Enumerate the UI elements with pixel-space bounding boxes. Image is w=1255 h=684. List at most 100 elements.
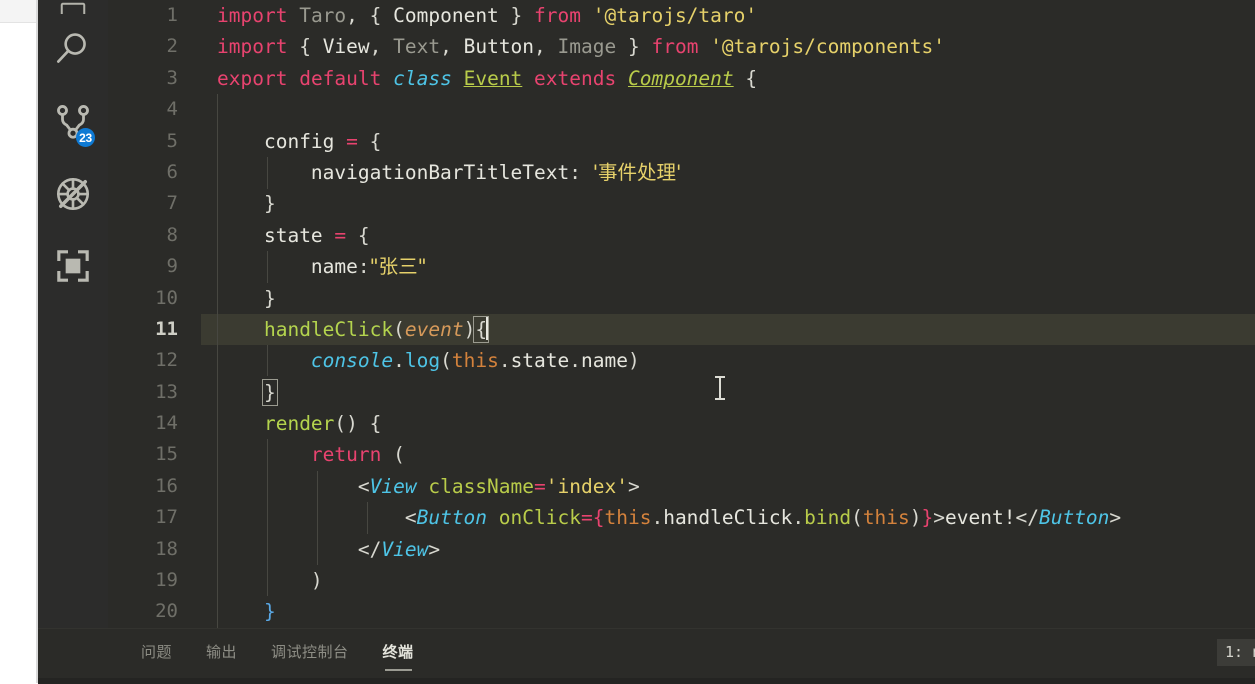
token-closing-brace: } — [263, 600, 276, 624]
activity-bar-item-search[interactable] — [38, 14, 108, 86]
line-number: 16 — [155, 474, 178, 497]
activity-bar-item-run-and-debug[interactable] — [38, 158, 108, 230]
token-name-key: name — [310, 255, 358, 279]
token-component-ident: Component — [393, 4, 499, 27]
token-import: import — [217, 4, 288, 27]
code-line[interactable]: console.log(this.state.name) — [201, 345, 1255, 376]
panel-tab-debug-console[interactable]: 调试控制台 — [271, 629, 349, 675]
token-button-label: event! — [945, 506, 1016, 530]
line-number-gutter: 1 2 3 4 5 6 7 8 9 10 11 12 13 14 15 16 1 — [108, 0, 201, 628]
token-view-ident: View — [322, 35, 370, 59]
code-line[interactable]: <Button onClick={this.handleClick.bind(t… — [201, 502, 1255, 533]
token-default: default — [299, 66, 382, 90]
token-onclick-attr: onClick — [498, 506, 581, 530]
panel-tab-terminal[interactable]: 终端 — [383, 629, 414, 675]
code-line[interactable]: </View> — [201, 534, 1255, 565]
token-this: this — [604, 506, 652, 530]
code-line[interactable]: export default class Event extends Compo… — [201, 63, 1255, 94]
token-class: class — [393, 66, 452, 90]
panel-tab-list: 问题 输出 调试控制台 终端 — [38, 629, 448, 675]
explorer-icon — [58, 0, 88, 14]
line-number: 10 — [155, 286, 178, 309]
token-button-tag: Button — [416, 506, 488, 530]
panel-tab-output[interactable]: 输出 — [206, 629, 237, 675]
line-number: 3 — [166, 66, 178, 89]
code-editor[interactable]: 1 2 3 4 5 6 7 8 9 10 11 12 13 14 15 16 1 — [108, 0, 1255, 628]
line-number: 12 — [155, 349, 178, 372]
token-event-class: Event — [463, 66, 523, 90]
background-window-strip — [0, 0, 38, 683]
token-component-super: Component — [627, 66, 734, 90]
text-caret — [486, 316, 489, 340]
activity-bar: 23 — [38, 0, 108, 628]
line-number: 20 — [155, 600, 178, 623]
line-number: 1 — [166, 4, 178, 26]
code-line[interactable]: } — [201, 188, 1255, 219]
token-return: return — [310, 443, 382, 467]
code-line-active[interactable]: handleClick(event){ — [201, 313, 1255, 346]
line-number: 15 — [155, 443, 178, 466]
token-this: this — [451, 349, 499, 373]
terminal-selector-dropdown[interactable]: 1: n — [1217, 638, 1255, 666]
token-text-ident: Text — [393, 35, 441, 59]
token-import: import — [217, 35, 288, 59]
code-content[interactable]: import Taro, { Component } from '@tarojs… — [201, 0, 1255, 628]
code-line[interactable]: } — [201, 377, 1255, 408]
code-line[interactable]: ) — [201, 565, 1255, 596]
token-this: this — [862, 506, 910, 530]
vscode-root: 23 1 2 3 4 5 6 7 8 9 10 11 12 13 14 15 1… — [38, 0, 1255, 684]
code-line[interactable]: state = { — [201, 220, 1255, 251]
code-line[interactable]: import { View, Text, Button, Image } fro… — [201, 31, 1255, 62]
code-line[interactable]: import Taro, { Component } from '@tarojs… — [201, 0, 1255, 31]
activity-bar-item-source-control[interactable]: 23 — [38, 86, 108, 158]
code-line[interactable]: config = { — [201, 126, 1255, 157]
line-number: 8 — [166, 223, 178, 246]
line-number: 2 — [166, 35, 178, 58]
bracket-match-close: } — [262, 378, 278, 406]
panel-actions: 1: n — [1217, 638, 1255, 666]
code-line[interactable]: name:"张三" — [201, 251, 1255, 282]
panel-tab-problems[interactable]: 问题 — [141, 629, 172, 675]
editor-region: 23 1 2 3 4 5 6 7 8 9 10 11 12 13 14 15 1… — [38, 0, 1255, 628]
token-classname-attr: className — [428, 474, 535, 498]
code-line[interactable]: return ( — [201, 439, 1255, 470]
code-line[interactable]: } — [201, 283, 1255, 314]
source-control-badge: 23 — [76, 128, 95, 147]
line-number: 4 — [166, 98, 178, 121]
token-taro-module: '@tarojs/taro' — [592, 4, 758, 27]
background-window-titlebar — [0, 0, 38, 23]
code-line[interactable]: render() { — [201, 408, 1255, 439]
token-components-module: '@tarojs/components' — [710, 35, 945, 59]
token-name-value: "张三" — [369, 255, 427, 279]
line-number: 9 — [166, 255, 178, 278]
line-number: 18 — [155, 537, 178, 560]
token-log: log — [404, 349, 441, 373]
search-icon — [52, 29, 94, 71]
token-index-value: 'index' — [545, 474, 628, 498]
token-export: export — [217, 66, 288, 90]
token-config-key: config — [263, 129, 335, 153]
token-from: from — [651, 35, 699, 59]
token-view-tag: View — [369, 474, 417, 498]
token-handle-click-ref: handleClick — [663, 506, 793, 530]
line-number: 6 — [166, 160, 178, 183]
code-line-blank[interactable] — [201, 94, 1255, 125]
activity-bar-item-extensions[interactable] — [38, 230, 108, 302]
bottom-panel: 问题 输出 调试控制台 终端 1: n — [38, 628, 1255, 684]
activity-bar-item-explorer[interactable] — [38, 0, 108, 14]
line-number: 5 — [166, 129, 178, 152]
panel-bottom-edge — [38, 678, 1255, 684]
token-console: console — [310, 349, 394, 373]
line-number: 14 — [155, 412, 178, 435]
token-taro-ident: Taro — [299, 4, 347, 27]
token-state-key: state — [263, 223, 323, 247]
token-from: from — [534, 4, 582, 27]
code-line[interactable]: navigationBarTitleText: '事件处理' — [201, 157, 1255, 188]
line-number: 17 — [155, 506, 178, 529]
run-and-debug-icon — [52, 173, 94, 215]
code-line[interactable]: } — [201, 596, 1255, 627]
code-line[interactable]: <View className='index'> — [201, 471, 1255, 502]
vscode-window: 23 1 2 3 4 5 6 7 8 9 10 11 12 13 14 15 1… — [0, 0, 1255, 684]
extensions-icon — [53, 246, 93, 286]
line-number: 19 — [155, 569, 178, 592]
